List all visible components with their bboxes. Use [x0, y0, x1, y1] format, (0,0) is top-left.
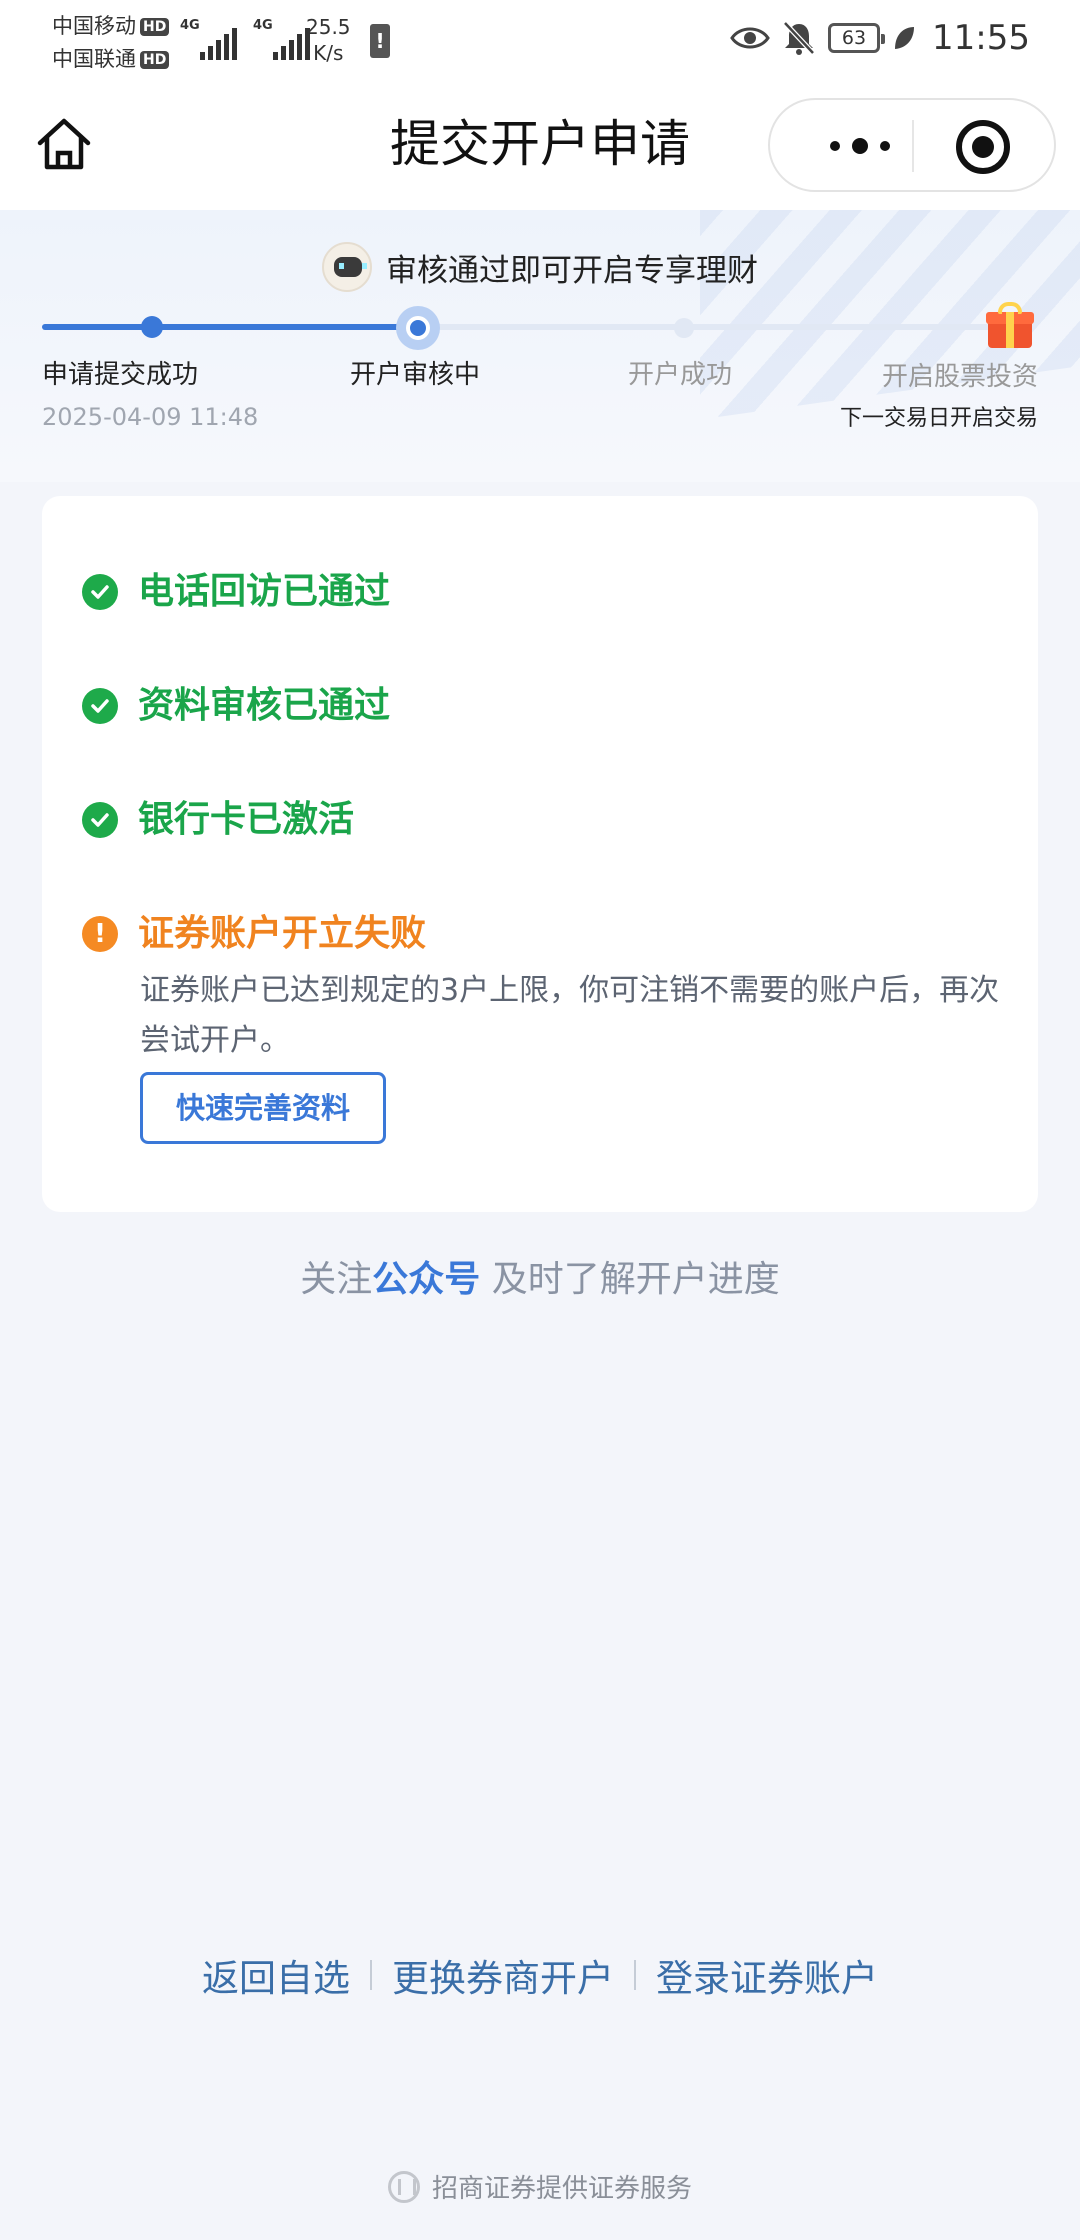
status-item-label: 资料审核已通过 [138, 685, 391, 726]
more-dot-icon [852, 138, 868, 154]
status-item-bankcard: 银行卡已激活 [82, 796, 354, 844]
link-divider [634, 1960, 636, 1990]
follow-suffix: 及时了解开户进度 [480, 1259, 780, 1300]
bottom-links: 返回自选 更换券商开户 登录证券账户 [0, 1948, 1080, 2002]
official-account-link[interactable]: 公众号 [372, 1259, 480, 1300]
carrier-1: 中国移动 [52, 14, 136, 38]
footer: 招商证券提供证券服务 [0, 2168, 1080, 2205]
complete-info-button[interactable]: 快速完善资料 [140, 1072, 386, 1144]
promo-banner: 审核通过即可开启专享理财 [0, 242, 1080, 292]
page: 中国移动 HD 中国联通 HD 4G 4G 25.5 K/s ! 63 11:55 [0, 0, 1080, 2240]
progress-fill [42, 324, 418, 330]
status-item-label: 证券账户开立失败 [138, 913, 427, 954]
speed-value: 25.5 [306, 15, 351, 39]
back-to-watchlist-link[interactable]: 返回自选 [202, 1948, 350, 2002]
speed-unit: K/s [313, 41, 344, 65]
check-circle-icon [82, 802, 118, 838]
eye-icon [730, 27, 770, 49]
check-circle-icon [82, 688, 118, 724]
signal-icon: 4G [253, 18, 310, 60]
check-circle-icon [82, 574, 118, 610]
carrier-info: 中国移动 HD 中国联通 HD [52, 10, 170, 76]
battery-alert-icon: ! [370, 24, 390, 58]
step-label-1: 申请提交成功 [42, 360, 199, 390]
step-dot-3 [674, 318, 694, 338]
status-bar: 中国移动 HD 中国联通 HD 4G 4G 25.5 K/s ! 63 11:55 [0, 0, 1080, 84]
mute-bell-icon [783, 21, 815, 55]
status-item-phone: 电话回访已通过 [82, 568, 390, 616]
review-status-card: 电话回访已通过 资料审核已通过 银行卡已激活 ! 证券账户开立失败 证券账户已达… [42, 496, 1038, 1212]
close-target-icon[interactable] [956, 120, 1010, 174]
signal-icon: 4G [180, 18, 237, 60]
robot-avatar-icon [322, 242, 372, 292]
hd-badge: HD [140, 50, 170, 69]
clock: 11:55 [932, 18, 1030, 58]
switch-broker-link[interactable]: 更换券商开户 [392, 1948, 614, 2002]
progress-header: 审核通过即可开启专享理财 申请提交成功 开户审核中 开户成功 开启股票投资 20… [0, 210, 1080, 482]
status-item-label: 电话回访已通过 [138, 571, 391, 612]
status-item-label: 银行卡已激活 [138, 799, 355, 840]
nav-bar: 提交开户申请 [0, 84, 1080, 210]
capsule-divider [912, 120, 914, 172]
step-label-4: 开启股票投资 [881, 362, 1038, 392]
step-label-2: 开户审核中 [350, 360, 481, 390]
broker-logo-icon [387, 2170, 420, 2203]
step-label-3: 开户成功 [628, 360, 733, 390]
signal-icons: 4G 4G [180, 18, 310, 60]
failure-description: 证券账户已达到规定的3户上限，你可注销不需要的账户后，再次尝试开户。 [140, 973, 1000, 1058]
step-dot-2 [406, 316, 430, 340]
more-button[interactable] [810, 126, 910, 166]
step-dot-1 [141, 316, 163, 338]
more-dot-icon [880, 141, 890, 151]
gift-icon [986, 302, 1034, 348]
hd-badge: HD [140, 17, 170, 36]
network-type: 4G [180, 18, 200, 33]
promo-text: 审核通过即可开启专享理财 [386, 252, 758, 289]
carrier-2: 中国联通 [52, 47, 136, 71]
footer-text: 招商证券提供证券服务 [431, 2174, 692, 2204]
mini-program-capsule [768, 98, 1056, 192]
status-right: 63 11:55 [730, 18, 1030, 58]
network-speed: 25.5 K/s [306, 14, 351, 66]
link-divider [370, 1960, 372, 1990]
step-1-time: 2025-04-09 11:48 [42, 403, 259, 431]
more-dot-icon [830, 141, 840, 151]
follow-prefix: 关注 [300, 1259, 373, 1300]
status-item-docs: 资料审核已通过 [82, 682, 390, 730]
warning-circle-icon: ! [82, 916, 118, 952]
status-item-securities-account: ! 证券账户开立失败 [82, 910, 426, 958]
follow-hint: 关注公众号 及时了解开户进度 [0, 1250, 1080, 1302]
leaf-icon [895, 27, 915, 49]
battery-icon: 63 [828, 23, 886, 53]
login-securities-account-link[interactable]: 登录证券账户 [656, 1948, 878, 2002]
network-type: 4G [253, 18, 273, 33]
next-trade-note: 下一交易日开启交易 [839, 406, 1038, 431]
